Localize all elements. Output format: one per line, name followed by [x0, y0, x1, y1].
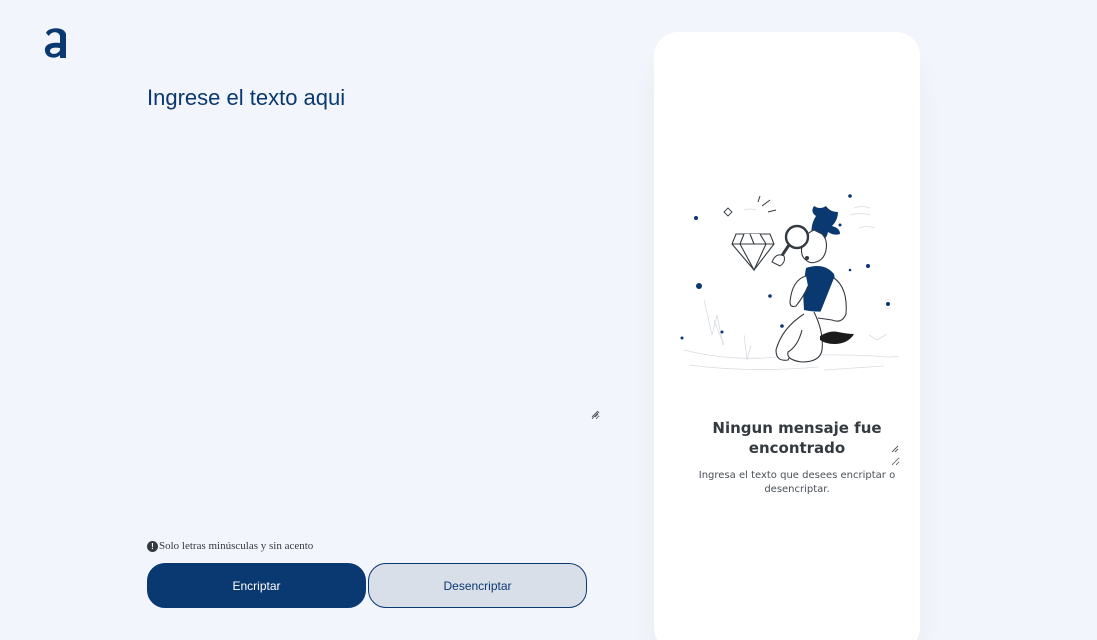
resize-handle-icon[interactable]: [891, 445, 899, 453]
hint-text: Solo letras minúsculas y sin acento: [159, 540, 314, 552]
output-panel: Ningun mensaje fue encontrado Ingresa el…: [654, 32, 920, 640]
person-with-magnifier-illustration: [680, 194, 899, 371]
text-input[interactable]: [147, 82, 600, 420]
decrypt-button[interactable]: Desencriptar: [368, 563, 587, 608]
encrypt-button[interactable]: Encriptar: [147, 563, 366, 608]
resize-handle-icon[interactable]: [591, 410, 599, 418]
hint-message: ! Solo letras minúsculas y sin acento: [147, 540, 313, 552]
info-icon: !: [147, 540, 158, 552]
alura-logo-icon: [44, 28, 66, 58]
no-message-title: Ningun mensaje fue encontrado: [712, 419, 882, 457]
no-message-description: Ingresa el texto que desees encriptar o …: [698, 470, 896, 495]
